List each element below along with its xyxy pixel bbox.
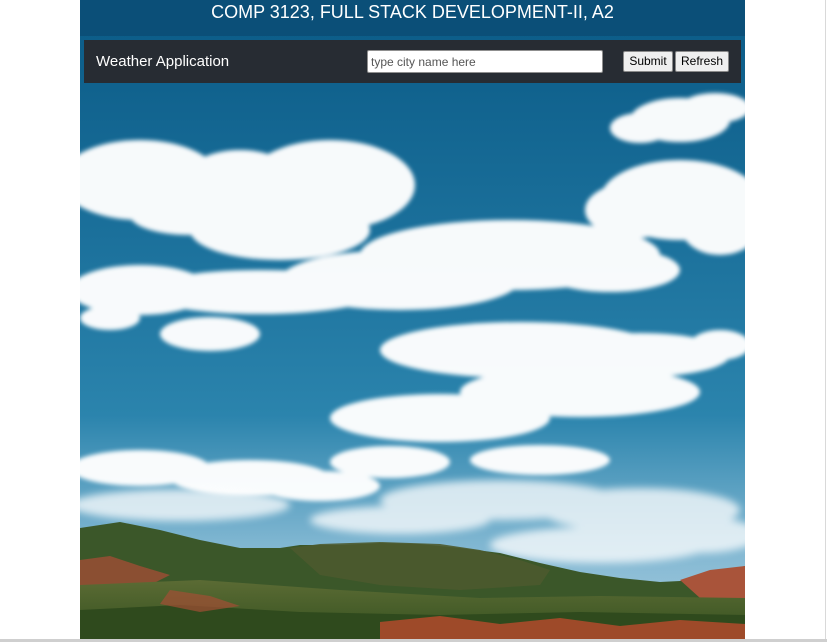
app-brand[interactable]: Weather Application	[96, 53, 229, 71]
city-search-input[interactable]	[367, 50, 603, 73]
background-landscape-image	[80, 0, 745, 639]
page-title-bar: COMP 3123, FULL STACK DEVELOPMENT-II, A2	[80, 0, 745, 36]
submit-button[interactable]: Submit	[623, 51, 673, 72]
refresh-button[interactable]: Refresh	[675, 51, 729, 72]
page-title: COMP 3123, FULL STACK DEVELOPMENT-II, A2	[211, 2, 614, 22]
browser-page: COMP 3123, FULL STACK DEVELOPMENT-II, A2…	[0, 0, 827, 642]
weather-app: COMP 3123, FULL STACK DEVELOPMENT-II, A2…	[80, 0, 745, 639]
navbar: Weather Application Submit Refresh	[84, 40, 741, 83]
window-edge	[825, 0, 826, 642]
